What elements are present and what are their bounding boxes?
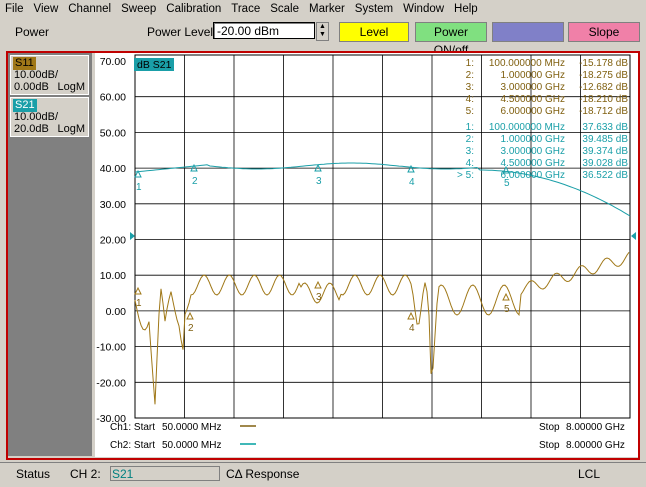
ch1-stop-value: 8.00000 GHz — [566, 422, 625, 433]
marker-readout-value: -15.178 dB — [579, 58, 628, 69]
ch2-start-value: 50.0000 MHz — [162, 440, 221, 451]
y-tick-label: 20.00 — [100, 235, 126, 247]
marker-readout-id: 4: — [466, 158, 474, 169]
marker-readout-freq: 3.000000 GHz — [501, 146, 566, 157]
ch2-stop-label: Stop — [539, 440, 560, 451]
marker-readout-value: -18.275 dB — [579, 70, 628, 81]
status-lcl: LCL — [578, 467, 601, 481]
ch1-stop-label: Stop — [539, 422, 560, 433]
y-tick-label: 0.00 — [106, 306, 127, 318]
status-param-box[interactable]: S21 — [110, 466, 220, 481]
marker-readout-id: 3: — [466, 82, 474, 93]
marker-readout-freq: 1.000000 GHz — [501, 70, 566, 81]
plot-graphics: 70.00 60.00 50.00 40.00 30.00 20.00 10.00 0.00 -… — [96, 54, 636, 451]
ch2-stop-value: 8.00000 GHz — [566, 440, 625, 451]
status-mode: CΔ Response — [226, 467, 300, 481]
channel-info-lines: Ch1: Start 50.0000 MHz Stop 8.00000 GHz … — [110, 422, 625, 451]
marker-readout-id: 3: — [466, 146, 474, 157]
marker-readout-id: 4: — [466, 94, 474, 105]
y-tick-label: 30.00 — [100, 199, 126, 211]
marker-readout-value: 39.485 dB — [582, 134, 628, 145]
marker-s21-label: 2 — [192, 176, 198, 187]
marker-s11-label: 1 — [136, 298, 142, 309]
ref-level-right-icon — [631, 232, 636, 240]
marker-s11-label: 2 — [188, 323, 194, 334]
marker-readout-value: 37.633 dB — [582, 122, 628, 133]
marker-readout-id: 5: — [466, 106, 474, 117]
marker-readout-value: 39.028 dB — [582, 158, 628, 169]
marker-s11-label: 5 — [504, 304, 510, 315]
ch1-start-label: Ch1: Start — [110, 422, 155, 433]
marker-readout-freq: 4.500000 GHz — [501, 158, 566, 169]
marker-readout-value: -12.682 dB — [579, 82, 628, 93]
marker-readout-id: 1: — [466, 122, 474, 133]
marker-s21-label: 4 — [409, 177, 415, 188]
marker-readout-id: 1: — [466, 58, 474, 69]
marker-readout-value: -18.210 dB — [579, 94, 628, 105]
y-tick-label: 40.00 — [100, 163, 126, 175]
marker-readout-id: 2: — [466, 70, 474, 81]
marker-readout-freq: 100.000000 MHz — [489, 122, 565, 133]
status-label: Status — [16, 467, 51, 481]
marker-readout-freq: 6.000000 GHz — [501, 106, 566, 117]
ch1-start-value: 50.0000 MHz — [162, 422, 221, 433]
marker-readout-freq: 6.000000 GHz — [501, 170, 566, 181]
y-tick-labels: 70.00 60.00 50.00 40.00 30.00 20.00 10.00 0.00 -… — [96, 56, 126, 425]
marker-readout-value: 39.374 dB — [582, 146, 628, 157]
y-tick-label: 10.00 — [100, 270, 126, 282]
marker-readout-value: 36.522 dB — [582, 170, 628, 181]
marker-readout-freq: 3.000000 GHz — [501, 82, 566, 93]
marker-readout-freq: 4.500000 GHz — [501, 94, 566, 105]
ch2-start-label: Ch2: Start — [110, 440, 155, 451]
y-tick-label: -20.00 — [96, 377, 126, 389]
marker-s11-label: 3 — [316, 292, 322, 303]
status-channel: CH 2: — [70, 467, 101, 481]
y-tick-label: 60.00 — [100, 92, 126, 104]
marker-s11-label: 4 — [409, 323, 415, 334]
marker-readout-freq: 100.000000 MHz — [489, 58, 565, 69]
ref-level-left-icon — [130, 232, 135, 240]
y-tick-label: 50.00 — [100, 127, 126, 139]
y-tick-label: -10.00 — [96, 342, 126, 354]
marker-s21-label: 3 — [316, 176, 322, 187]
marker-s21-label: 1 — [136, 182, 142, 193]
marker-readout-id: > 5: — [457, 170, 474, 181]
marker-readout-freq: 1.000000 GHz — [501, 134, 566, 145]
y-tick-label: 70.00 — [100, 56, 126, 68]
marker-readout-value: -18.712 dB — [579, 106, 628, 117]
active-trace-label: dB S21 — [137, 59, 172, 71]
marker-readout-id: 2: — [466, 134, 474, 145]
